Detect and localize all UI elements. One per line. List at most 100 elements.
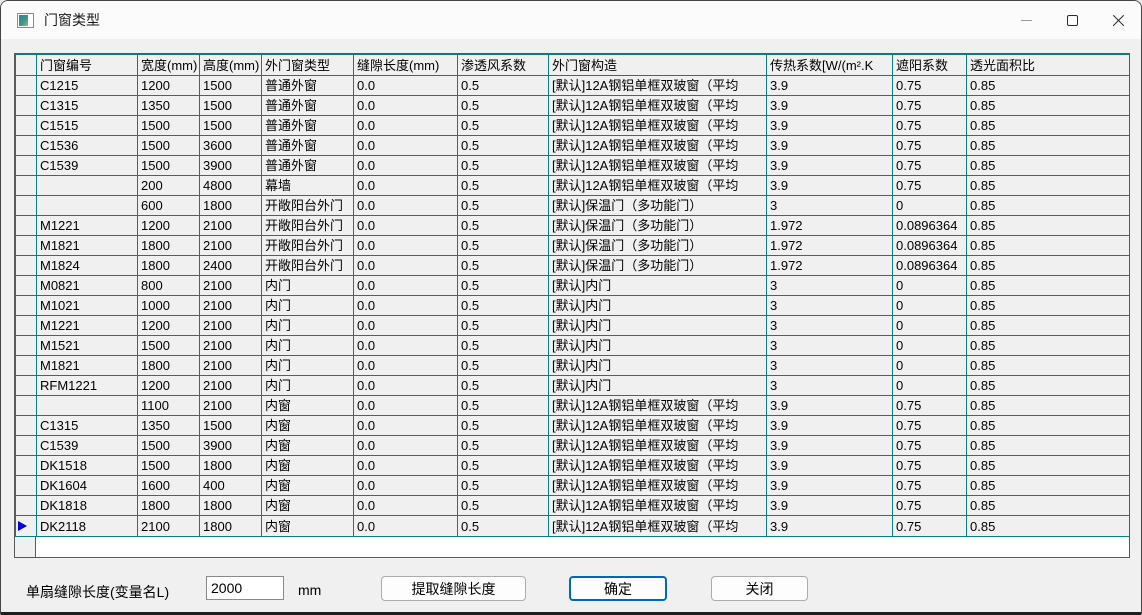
row-indicator-cell[interactable]	[16, 236, 37, 256]
table-cell[interactable]: C1539	[37, 156, 138, 176]
table-cell[interactable]: 3	[767, 336, 893, 356]
table-cell[interactable]: 内窗	[262, 516, 354, 537]
table-cell[interactable]: 1800	[200, 496, 262, 516]
table-cell[interactable]: 0.0	[354, 276, 458, 296]
row-indicator-cell[interactable]	[16, 316, 37, 336]
row-indicator-cell[interactable]	[16, 396, 37, 416]
table-cell[interactable]: 3.9	[767, 96, 893, 116]
row-indicator-cell[interactable]	[16, 296, 37, 316]
table-cell[interactable]: 3.9	[767, 416, 893, 436]
table-cell[interactable]: 内门	[262, 296, 354, 316]
row-indicator-cell[interactable]	[16, 336, 37, 356]
row-indicator-cell[interactable]	[16, 416, 37, 436]
table-cell[interactable]: 0.5	[458, 356, 549, 376]
table-cell[interactable]: 0.85	[967, 436, 1130, 456]
table-cell[interactable]: 0.0896364	[893, 236, 967, 256]
table-cell[interactable]: [默认]内门	[549, 296, 767, 316]
table-cell[interactable]: M1824	[37, 256, 138, 276]
table-cell[interactable]: 0.5	[458, 476, 549, 496]
column-header[interactable]: 外门窗构造	[549, 55, 767, 76]
table-cell[interactable]: 1500	[138, 136, 200, 156]
table-cell[interactable]: 1800	[138, 236, 200, 256]
table-cell[interactable]: 1200	[138, 216, 200, 236]
table-cell[interactable]: 0.85	[967, 216, 1130, 236]
table-cell[interactable]: 内窗	[262, 496, 354, 516]
table-cell[interactable]: 0.5	[458, 276, 549, 296]
table-cell[interactable]: DK2118	[37, 516, 138, 537]
table-cell[interactable]: 0.5	[458, 96, 549, 116]
table-cell[interactable]: 1500	[138, 456, 200, 476]
table-cell[interactable]: 0.5	[458, 396, 549, 416]
column-header[interactable]: 外门窗类型	[262, 55, 354, 76]
table-cell[interactable]: 600	[138, 196, 200, 216]
table-cell[interactable]: 0	[893, 336, 967, 356]
table-cell[interactable]: 0.75	[893, 496, 967, 516]
table-cell[interactable]: 3.9	[767, 516, 893, 537]
table-cell[interactable]: 1800	[138, 356, 200, 376]
table-cell[interactable]: 内窗	[262, 396, 354, 416]
row-indicator-cell[interactable]	[16, 176, 37, 196]
table-cell[interactable]: 2100	[200, 376, 262, 396]
table-cell[interactable]: M1221	[37, 216, 138, 236]
table-cell[interactable]: [默认]内门	[549, 376, 767, 396]
table-cell[interactable]: 0.85	[967, 156, 1130, 176]
table-cell[interactable]: [默认]12A钢铝单框双玻窗（平均	[549, 96, 767, 116]
table-cell[interactable]: 1500	[200, 116, 262, 136]
row-indicator-cell[interactable]	[16, 256, 37, 276]
table-cell[interactable]: 0.85	[967, 376, 1130, 396]
table-cell[interactable]: [默认]内门	[549, 336, 767, 356]
table-cell[interactable]: [默认]保温门（多功能门）	[549, 216, 767, 236]
table-cell[interactable]: [默认]12A钢铝单框双玻窗（平均	[549, 496, 767, 516]
table-cell[interactable]	[37, 176, 138, 196]
table-cell[interactable]: 0.75	[893, 136, 967, 156]
table-cell[interactable]: 0.5	[458, 236, 549, 256]
table-cell[interactable]: 0.5	[458, 216, 549, 236]
table-cell[interactable]	[37, 196, 138, 216]
table-cell[interactable]: 0.5	[458, 456, 549, 476]
table-cell[interactable]: 0.5	[458, 296, 549, 316]
table-cell[interactable]: 1350	[138, 416, 200, 436]
table-cell[interactable]: 0.85	[967, 316, 1130, 336]
table-cell[interactable]: 3	[767, 376, 893, 396]
table-cell[interactable]: 0.0	[354, 496, 458, 516]
table-cell[interactable]: 0.5	[458, 316, 549, 336]
row-indicator-cell[interactable]	[16, 216, 37, 236]
table-cell[interactable]: 普通外窗	[262, 96, 354, 116]
table-cell[interactable]: 2100	[200, 276, 262, 296]
table-cell[interactable]: 1800	[200, 196, 262, 216]
table-cell[interactable]: 0.85	[967, 256, 1130, 276]
table-cell[interactable]: 0	[893, 376, 967, 396]
table-cell[interactable]: 0.0	[354, 516, 458, 537]
table-cell[interactable]: 内门	[262, 376, 354, 396]
table-cell[interactable]: 0	[893, 356, 967, 376]
table-cell[interactable]: RFM1221	[37, 376, 138, 396]
table-cell[interactable]: [默认]12A钢铝单框双玻窗（平均	[549, 396, 767, 416]
table-cell[interactable]: [默认]保温门（多功能门）	[549, 236, 767, 256]
table-cell[interactable]: 2100	[200, 336, 262, 356]
table-cell[interactable]: 1350	[138, 96, 200, 116]
table-cell[interactable]: DK1518	[37, 456, 138, 476]
row-indicator-cell[interactable]	[16, 116, 37, 136]
minimize-button[interactable]	[1003, 1, 1049, 39]
table-cell[interactable]: 0	[893, 276, 967, 296]
table-cell[interactable]: 开敞阳台外门	[262, 216, 354, 236]
table-cell[interactable]: [默认]12A钢铝单框双玻窗（平均	[549, 176, 767, 196]
row-indicator-cell[interactable]	[16, 476, 37, 496]
table-cell[interactable]: 0.75	[893, 116, 967, 136]
table-cell[interactable]: 0.5	[458, 116, 549, 136]
table-cell[interactable]: 0.75	[893, 436, 967, 456]
row-indicator-cell[interactable]	[16, 156, 37, 176]
table-cell[interactable]: C1215	[37, 76, 138, 96]
table-cell[interactable]: 2100	[200, 216, 262, 236]
table-cell[interactable]: 0.85	[967, 96, 1130, 116]
table-cell[interactable]: 1800	[200, 456, 262, 476]
table-cell[interactable]: 0.0	[354, 236, 458, 256]
close-button[interactable]: 关闭	[711, 576, 808, 601]
table-cell[interactable]: 1.972	[767, 256, 893, 276]
table-cell[interactable]: [默认]12A钢铝单框双玻窗（平均	[549, 76, 767, 96]
table-cell[interactable]: [默认]保温门（多功能门）	[549, 256, 767, 276]
table-cell[interactable]: [默认]内门	[549, 356, 767, 376]
table-cell[interactable]: 0.0	[354, 316, 458, 336]
row-indicator-cell[interactable]	[16, 136, 37, 156]
table-cell[interactable]: 3.9	[767, 176, 893, 196]
